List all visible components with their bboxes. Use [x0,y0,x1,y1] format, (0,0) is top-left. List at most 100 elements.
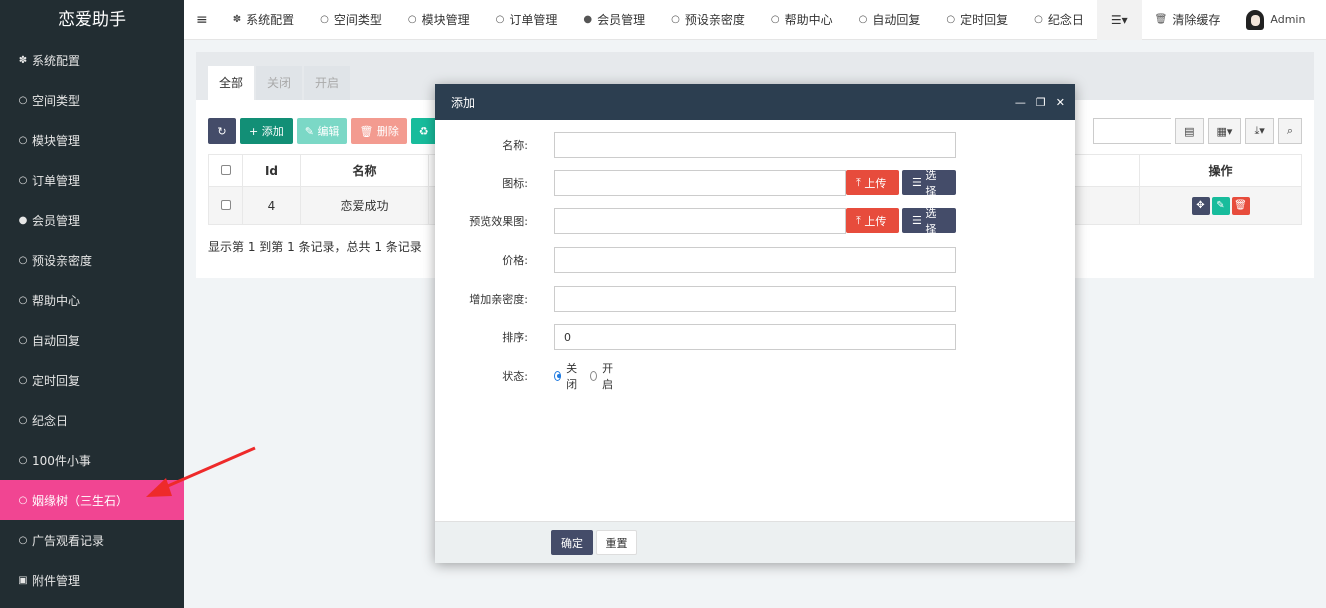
nav-item-timed-reply[interactable]: ○ 定时回复 [933,0,1021,40]
icon-upload-button[interactable]: ⤒ 上传 [846,170,899,195]
select-all-checkbox[interactable] [220,164,231,175]
maximize-icon[interactable]: ❐ [1036,96,1046,109]
nav-item-label: 纪念日 [1047,13,1084,27]
header-id[interactable]: Id [242,154,301,187]
sidebar-item-ad-records[interactable]: ○ 广告观看记录 [0,520,184,560]
preview-input[interactable] [554,208,846,234]
add-button[interactable]: + 添加 [240,118,293,144]
trash-icon: 🗑 [359,124,374,138]
circle-icon: ○ [18,174,28,186]
refresh-button[interactable]: ↻ [208,118,236,144]
reset-button[interactable]: 重置 [596,530,637,555]
sidebar-item-module[interactable]: ○ 模块管理 [0,120,184,160]
status-open-label[interactable]: 开启 [602,360,616,392]
edit-button[interactable]: ✎ 编辑 [296,118,348,144]
drag-sort-button[interactable]: ✥ [1191,196,1210,215]
export-button[interactable]: ⤓▾ [1245,118,1274,144]
dialog-footer: 确定 重置 [435,521,1075,563]
sidebar-item-help[interactable]: ○ 帮助中心 [0,280,184,320]
circle-icon: ○ [18,334,28,346]
tab-closed[interactable]: 关闭 [256,66,303,100]
status-closed-radio[interactable] [554,371,562,381]
columns-button[interactable]: ▦▾ [1207,118,1242,144]
row-delete-button[interactable]: 🗑 [1231,196,1250,215]
confirm-button[interactable]: 确定 [551,530,593,555]
sidebar-item-system-config[interactable]: ✽ 系统配置 [0,40,184,80]
sort-input[interactable]: 0 [554,324,956,350]
field-price: 价格: [435,247,956,273]
nav-item-help[interactable]: ○ 帮助中心 [758,0,846,40]
circle-icon: ○ [18,494,28,506]
select-all-cell[interactable] [208,154,243,187]
sidebar-item-intimacy[interactable]: ○ 预设亲密度 [0,240,184,280]
price-input[interactable] [554,247,956,273]
intimacy-input[interactable] [554,286,956,312]
delete-button[interactable]: 🗑 删除 [351,118,407,144]
circle-icon: ○ [858,14,868,25]
sidebar-item-label: 模块管理 [32,133,81,148]
sidebar-item-members[interactable]: ● 会员管理 [0,200,184,240]
nav-item-module[interactable]: ○ 模块管理 [395,0,483,40]
close-icon[interactable]: ✕ [1056,96,1065,109]
toggle-view-button[interactable]: ▤ [1175,118,1204,144]
recycle-button[interactable]: ♻ [410,118,437,144]
field-label: 预览效果图: [469,215,528,228]
status-open-radio[interactable] [590,371,598,381]
nav-item-intimacy[interactable]: ○ 预设亲密度 [658,0,758,40]
name-input[interactable] [554,132,956,158]
field-label: 价格: [502,254,528,267]
search-button[interactable]: ⌕ [1277,118,1302,144]
icon-input[interactable] [554,170,846,196]
more-menu-button[interactable]: ☰▾ [1096,0,1142,40]
circle-icon: ○ [18,534,28,546]
sidebar-item-orders[interactable]: ○ 订单管理 [0,160,184,200]
nav-item-label: 自动回复 [872,13,921,27]
sidebar-item-space-type[interactable]: ○ 空间类型 [0,80,184,120]
sidebar-item-label: 姻缘树（三生石） [32,493,129,508]
icon-choose-button[interactable]: ☰ 选择 [902,169,956,198]
row-edit-button[interactable]: ✎ [1211,196,1230,215]
user-menu[interactable]: Admin [1233,0,1326,40]
nav-item-auto-reply[interactable]: ○ 自动回复 [846,0,934,40]
preview-upload-button[interactable]: ⤒ 上传 [846,208,899,233]
add-label: 添加 [261,125,284,138]
nav-item-anniversary[interactable]: ○ 纪念日 [1021,0,1097,40]
upload-label: 上传 [864,214,887,228]
circle-icon: ○ [18,414,28,426]
nav-item-label: 空间类型 [333,13,382,27]
field-label: 图标: [502,177,528,190]
clear-cache-button[interactable]: 🗑 清除缓存 [1142,0,1234,40]
header-name[interactable]: 名称 [300,154,429,187]
dialog-titlebar[interactable]: 添加 — ❐ ✕ [435,84,1075,120]
minimize-icon[interactable]: — [1015,96,1026,109]
nav-item-orders[interactable]: ○ 订单管理 [483,0,571,40]
nav-item-label: 预设亲密度 [684,13,745,27]
sidebar-item-auto-reply[interactable]: ○ 自动回复 [0,320,184,360]
search-input[interactable] [1093,118,1172,144]
nav-item-space-type[interactable]: ○ 空间类型 [307,0,395,40]
download-icon: ⤓▾ [1254,124,1265,137]
status-closed-label[interactable]: 关闭 [566,360,580,392]
circle-icon: ○ [18,374,28,386]
field-label: 状态: [502,370,528,383]
sidebar-item-timed-reply[interactable]: ○ 定时回复 [0,360,184,400]
row-select-cell[interactable] [208,186,243,225]
navbar-right: ☰▾ 🗑 清除缓存 Admin [1096,0,1326,40]
sidebar-item-label: 订单管理 [32,173,81,188]
tab-open[interactable]: 开启 [304,66,351,100]
sidebar-item-attachments[interactable]: ▣ 附件管理 [0,560,184,600]
sidebar-toggle-button[interactable]: ≡ [184,0,220,40]
nav-item-label: 会员管理 [597,13,646,27]
add-dialog: 添加 — ❐ ✕ 名称: 图标: ⤒ 上传 ☰ 选择 预览效果图: ⤒ 上传 ☰… [435,84,1075,563]
nav-item-members[interactable]: ● 会员管理 [570,0,658,40]
preview-choose-button[interactable]: ☰ 选择 [902,207,956,236]
nav-item-system-config[interactable]: ✽ 系统配置 [220,0,307,40]
tab-all[interactable]: 全部 [208,66,255,100]
field-status: 状态: 关闭 开启 [435,362,613,391]
sidebar-item-anniversary[interactable]: ○ 纪念日 [0,400,184,440]
row-checkbox[interactable] [220,199,231,210]
app-logo[interactable]: 恋爱助手 [0,0,184,40]
field-name: 名称: [435,132,956,158]
dialog-title: 添加 [451,95,476,110]
top-navbar: ≡ ✽ 系统配置 ○ 空间类型 ○ 模块管理 ○ 订单管理 ● 会员管理 ○ 预设亲密度 ○… [184,0,1326,40]
